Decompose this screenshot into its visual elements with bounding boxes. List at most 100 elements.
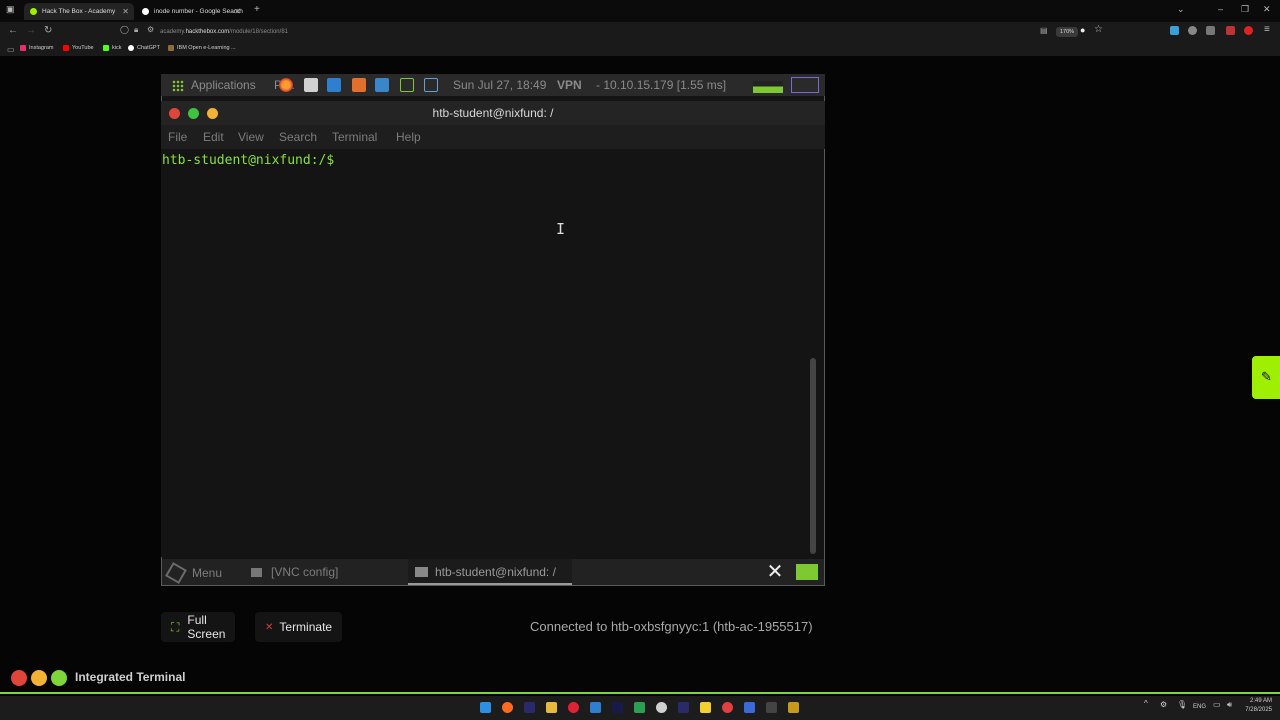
menu-icon[interactable]: ≡ — [1264, 24, 1270, 35]
text-editor-icon[interactable] — [304, 78, 318, 92]
bookmark-kick[interactable]: kick — [103, 45, 121, 51]
clock-time[interactable]: 2:49 AM — [1242, 698, 1272, 704]
file-explorer-icon[interactable] — [546, 702, 557, 713]
tab-title: inode number - Google Search — [154, 8, 243, 15]
menu-search[interactable]: Search — [279, 130, 317, 144]
terminal-alt-icon[interactable] — [424, 78, 438, 92]
fullscreen-button[interactable]: ⛶ Full Screen — [161, 612, 236, 642]
menu-label: Menu — [192, 566, 223, 580]
windows-start-icon[interactable] — [480, 702, 491, 713]
chrome-icon[interactable] — [722, 702, 733, 713]
active-terminal-task[interactable]: htb-student@nixfund: / — [408, 559, 572, 585]
tab-google-search[interactable]: inode number - Google Search ✕ — [136, 3, 246, 20]
minimize-icon[interactable]: – — [1218, 4, 1223, 14]
vscode-taskbar-icon[interactable] — [590, 702, 601, 713]
tab-actions-icon[interactable]: ▣ — [6, 4, 15, 15]
new-tab-button[interactable]: + — [254, 4, 260, 15]
bookmark-youtube[interactable]: YouTube — [63, 45, 94, 51]
firefox-taskbar-icon[interactable] — [502, 702, 513, 713]
address-bar[interactable]: academy.hackthebox.com/module/18/section… — [118, 25, 1053, 39]
minimize-terminal-icon[interactable] — [31, 670, 47, 686]
site-settings-icon[interactable]: ⚙ — [147, 25, 154, 34]
menu-view[interactable]: View — [238, 130, 264, 144]
app-yellow-icon[interactable] — [788, 702, 799, 713]
reload-icon[interactable]: ↻ — [44, 25, 52, 36]
maximize-icon[interactable]: ❐ — [1241, 4, 1249, 15]
terminate-button[interactable]: ✕ Terminate — [255, 612, 343, 642]
after-effects-icon[interactable] — [612, 702, 623, 713]
notes-icon[interactable] — [700, 702, 711, 713]
bookmark-ibm[interactable]: IBM Open e-Learning ... — [168, 45, 236, 51]
wireshark-icon[interactable] — [375, 78, 389, 92]
forward-icon[interactable]: → — [26, 25, 36, 36]
close-vnc-icon[interactable]: ✕ — [764, 561, 786, 583]
bookmark-star-icon[interactable]: ☆ — [1094, 24, 1103, 35]
terminal-scrollbar[interactable] — [810, 358, 816, 554]
language-indicator[interactable]: ENG — [1193, 704, 1206, 710]
mic-icon[interactable]: 🎙︎ — [1177, 700, 1187, 709]
extension-red-icon[interactable] — [1226, 26, 1235, 35]
terminal-titlebar[interactable]: htb-student@nixfund: / — [161, 101, 825, 125]
applications-menu[interactable]: Applications — [191, 78, 256, 92]
record-icon[interactable] — [1244, 26, 1253, 35]
bookmark-chatgpt[interactable]: ChatGPT — [128, 45, 160, 51]
expand-terminal-icon[interactable] — [51, 670, 67, 686]
close-tab-icon[interactable]: ✕ — [122, 7, 129, 16]
burp-icon[interactable] — [352, 78, 366, 92]
browser-toolbar: ← → ↻ academy.hackthebox.com/module/18/s… — [0, 22, 1280, 42]
settings-icon[interactable]: ⚙ — [1160, 700, 1167, 709]
tab-title: Hack The Box - Academy — [42, 8, 116, 15]
firefox-icon[interactable] — [279, 78, 293, 92]
app-h-icon[interactable] — [634, 702, 645, 713]
menu-terminal[interactable]: Terminal — [332, 130, 377, 144]
download-icon[interactable] — [1170, 26, 1179, 35]
integrated-terminal-label[interactable]: Integrated Terminal — [75, 670, 185, 684]
tray-chevron-icon[interactable]: ^ — [1144, 699, 1148, 708]
menu-file[interactable]: File — [168, 130, 187, 144]
url-path: /module/18/section/81 — [229, 29, 288, 35]
close-window-icon[interactable]: ✕ — [1263, 4, 1271, 15]
xfce-top-panel: Applications Pl... Sun Jul 27, 18:49 VPN… — [161, 74, 825, 96]
xfce-menu-button[interactable]: Menu — [165, 562, 223, 584]
folder-icon[interactable]: ▭ — [7, 45, 15, 54]
obs-icon[interactable] — [656, 702, 667, 713]
fullscreen-label: Full Screen — [187, 613, 226, 641]
window-icon — [251, 567, 262, 577]
menu-help[interactable]: Help — [396, 130, 421, 144]
close-tab-icon[interactable]: ✕ — [234, 7, 241, 16]
vscode-icon[interactable] — [327, 78, 341, 92]
volume-icon[interactable]: 🔊︎ — [1227, 700, 1232, 710]
close-terminal-icon[interactable] — [11, 670, 27, 686]
zoom-level[interactable]: 170% — [1056, 27, 1079, 37]
tab-hackthebox[interactable]: Hack The Box - Academy ✕ — [24, 3, 134, 20]
panel-clock: Sun Jul 27, 18:49 — [453, 78, 547, 92]
premiere-alt-icon[interactable] — [678, 702, 689, 713]
workspace-indicator-icon[interactable] — [796, 564, 818, 580]
terminal-launcher-icon[interactable] — [400, 78, 414, 92]
shield-icon[interactable]: ◯ — [120, 25, 129, 34]
applications-grid-icon[interactable] — [172, 80, 184, 92]
media-icon[interactable] — [568, 702, 579, 713]
url-domain: hackthebox.com — [185, 29, 230, 35]
clock-date[interactable]: 7/28/2025 — [1242, 707, 1272, 713]
reader-icon[interactable]: ▤ — [1040, 26, 1048, 35]
network-icon[interactable]: ▭ — [1213, 700, 1221, 709]
menu-edit[interactable]: Edit — [203, 130, 224, 144]
side-edit-button[interactable]: ✎ — [1252, 356, 1280, 399]
tab-list-chevron-icon[interactable]: ⌄ — [1177, 4, 1185, 15]
vnc-config-task[interactable]: [VNC config] — [251, 565, 338, 579]
kick-icon — [103, 45, 109, 51]
bookmark-label: ChatGPT — [137, 45, 160, 51]
back-icon[interactable]: ← — [8, 25, 18, 36]
terminal-output[interactable]: htb-student@nixfund:/$ I — [161, 149, 811, 557]
terminal-taskbar-icon[interactable] — [766, 702, 777, 713]
terminal-title: htb-student@nixfund: / — [432, 106, 554, 120]
active-window-label: htb-student@nixfund: / — [435, 565, 556, 579]
profile-icon[interactable] — [1188, 26, 1197, 35]
extensions-icon[interactable] — [1206, 26, 1215, 35]
bookmark-instagram[interactable]: Instagram — [20, 45, 53, 51]
terminate-label: Terminate — [279, 620, 333, 634]
chatgpt-icon — [128, 45, 134, 51]
premiere-icon[interactable] — [524, 702, 535, 713]
app-blue-icon[interactable] — [744, 702, 755, 713]
